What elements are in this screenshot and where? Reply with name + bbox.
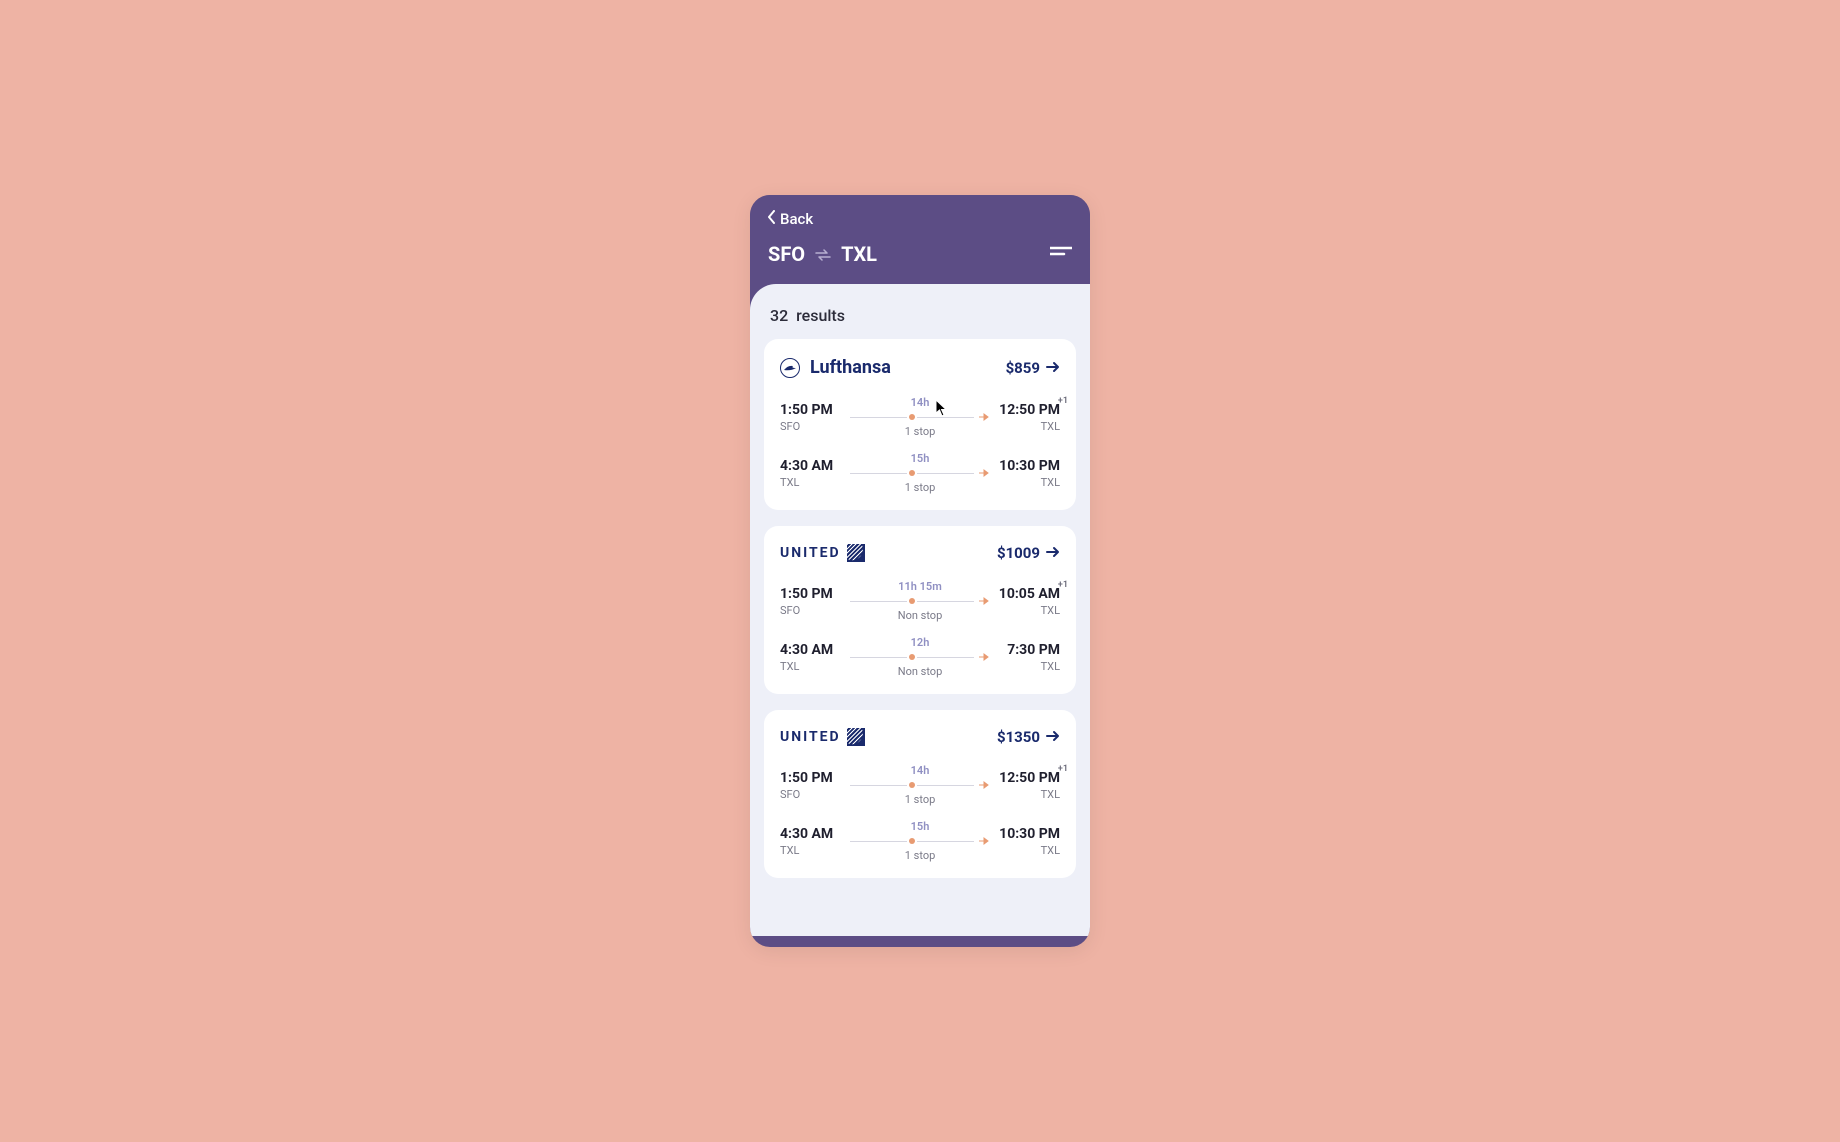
airline-name: UNITED bbox=[780, 545, 841, 561]
price-button[interactable]: $859 bbox=[1006, 359, 1060, 377]
price-value: $1009 bbox=[997, 544, 1040, 562]
flight-track bbox=[850, 836, 990, 846]
stops: 1 stop bbox=[905, 425, 936, 438]
arr-code: TXL bbox=[998, 420, 1060, 433]
flight-leg: 4:30 AM TXL 12h Non stop 7:30 PM TXL bbox=[780, 636, 1060, 678]
plus-day: +1 bbox=[1058, 580, 1068, 590]
dep-time: 1:50 PM bbox=[780, 586, 842, 602]
stops: 1 stop bbox=[905, 793, 936, 806]
dep-time: 4:30 AM bbox=[780, 642, 842, 658]
flight-leg: 4:30 AM TXL 15h 1 stop 10:30 PM TXL bbox=[780, 452, 1060, 494]
dep-time: 1:50 PM bbox=[780, 402, 842, 418]
airline: Lufthansa bbox=[780, 357, 891, 378]
stops: 1 stop bbox=[905, 849, 936, 862]
plane-icon bbox=[978, 779, 990, 791]
dep-time: 4:30 AM bbox=[780, 458, 842, 474]
results-count-value: 32 bbox=[770, 306, 788, 325]
united-logo-icon bbox=[847, 544, 865, 562]
arr-code: TXL bbox=[998, 476, 1060, 489]
plane-icon bbox=[978, 467, 990, 479]
arr-time: 10:05 AM bbox=[998, 586, 1060, 602]
price-button[interactable]: $1009 bbox=[997, 544, 1060, 562]
dep-code: SFO bbox=[780, 420, 842, 433]
dep-code: SFO bbox=[780, 788, 842, 801]
arr-time: 10:30 PM bbox=[998, 826, 1060, 842]
flight-card[interactable]: UNITED $1350 1:50 PM SFO 14h bbox=[764, 710, 1076, 878]
results-body: 32 results Lufthansa $859 1:50 PM bbox=[750, 284, 1090, 936]
arrow-right-icon bbox=[1046, 359, 1060, 377]
arr-time: 12:50 PM bbox=[998, 770, 1060, 786]
origin-code: SFO bbox=[768, 242, 805, 266]
duration: 14h bbox=[911, 396, 930, 409]
airline-name: Lufthansa bbox=[810, 357, 891, 378]
plus-day: +1 bbox=[1058, 764, 1068, 774]
duration: 12h bbox=[911, 636, 930, 649]
stops: 1 stop bbox=[905, 481, 936, 494]
dep-code: TXL bbox=[780, 476, 842, 489]
airline-name: UNITED bbox=[780, 729, 841, 745]
flight-leg: 1:50 PM SFO 14h 1 stop +1 12:50 PM TXL bbox=[780, 396, 1060, 438]
flight-leg: 1:50 PM SFO 14h 1 stop +1 12:50 PM TXL bbox=[780, 764, 1060, 806]
dep-time: 1:50 PM bbox=[780, 770, 842, 786]
arr-time: 7:30 PM bbox=[998, 642, 1060, 658]
arr-code: TXL bbox=[998, 844, 1060, 857]
duration: 11h 15m bbox=[898, 580, 942, 593]
chevron-left-icon bbox=[768, 210, 776, 228]
flight-track bbox=[850, 780, 990, 790]
results-count-label: results bbox=[796, 306, 845, 325]
dep-time: 4:30 AM bbox=[780, 826, 842, 842]
arr-code: TXL bbox=[998, 788, 1060, 801]
price-value: $859 bbox=[1006, 359, 1040, 377]
dep-code: SFO bbox=[780, 604, 842, 617]
stops: Non stop bbox=[898, 665, 943, 678]
filter-menu-button[interactable] bbox=[1050, 245, 1072, 264]
price-value: $1350 bbox=[997, 728, 1040, 746]
plane-icon bbox=[978, 651, 990, 663]
dep-code: TXL bbox=[780, 660, 842, 673]
back-label: Back bbox=[780, 210, 813, 228]
arrow-right-icon bbox=[1046, 728, 1060, 746]
destination-code: TXL bbox=[841, 242, 877, 266]
airline: UNITED bbox=[780, 728, 865, 746]
flight-track bbox=[850, 468, 990, 478]
plane-icon bbox=[978, 595, 990, 607]
arrow-right-icon bbox=[1046, 544, 1060, 562]
flight-track bbox=[850, 596, 990, 606]
airline: UNITED bbox=[780, 544, 865, 562]
phone-screen: Back SFO TXL 32 bbox=[750, 195, 1090, 947]
plus-day: +1 bbox=[1058, 396, 1068, 406]
flight-leg: 1:50 PM SFO 11h 15m Non stop +1 10:05 AM… bbox=[780, 580, 1060, 622]
flight-card[interactable]: Lufthansa $859 1:50 PM SFO 14h bbox=[764, 339, 1076, 510]
header: Back SFO TXL bbox=[750, 195, 1090, 284]
dep-code: TXL bbox=[780, 844, 842, 857]
duration: 15h bbox=[911, 820, 930, 833]
flight-track bbox=[850, 412, 990, 422]
arr-time: 12:50 PM bbox=[998, 402, 1060, 418]
results-count: 32 results bbox=[764, 306, 1076, 339]
plane-icon bbox=[978, 835, 990, 847]
duration: 15h bbox=[911, 452, 930, 465]
flight-leg: 4:30 AM TXL 15h 1 stop 10:30 PM TXL bbox=[780, 820, 1060, 862]
stops: Non stop bbox=[898, 609, 943, 622]
united-logo-icon bbox=[847, 728, 865, 746]
back-button[interactable]: Back bbox=[768, 210, 813, 228]
arr-time: 10:30 PM bbox=[998, 458, 1060, 474]
duration: 14h bbox=[911, 764, 930, 777]
price-button[interactable]: $1350 bbox=[997, 728, 1060, 746]
flight-track bbox=[850, 652, 990, 662]
plane-icon bbox=[978, 411, 990, 423]
lufthansa-logo-icon bbox=[780, 358, 800, 378]
arr-code: TXL bbox=[998, 604, 1060, 617]
flight-card[interactable]: UNITED $1009 1:50 PM SFO 11h 15m bbox=[764, 526, 1076, 694]
arr-code: TXL bbox=[998, 660, 1060, 673]
swap-icon bbox=[815, 242, 831, 266]
route[interactable]: SFO TXL bbox=[768, 242, 877, 266]
